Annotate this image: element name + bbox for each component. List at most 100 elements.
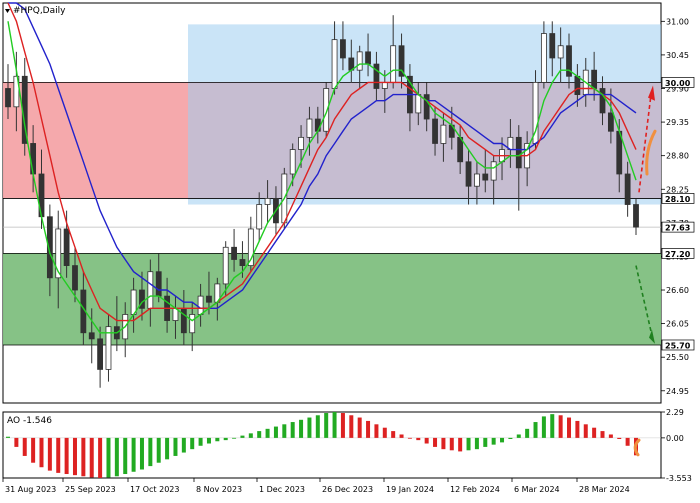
ao-bar [374,424,379,438]
candle-up [381,81,388,89]
candle-up [264,198,271,205]
ao-bar [357,417,362,438]
candle-up [331,39,338,89]
date-tick-label: 6 Mar 2024 [514,485,560,494]
candle-down [239,259,246,266]
candle-down [574,75,581,96]
ao-bar [474,437,479,450]
ao-bar [56,437,61,473]
candle-up [298,136,304,150]
ao-bar [583,424,588,438]
ao-bar [223,437,228,441]
ao-bar [215,437,220,442]
candle-down [365,51,371,65]
candle-up [490,161,497,181]
candle-up [415,94,422,114]
price-tick-label: 29.35 [666,118,689,127]
candle-down [63,228,70,266]
candle-up [540,33,547,83]
ao-bar [449,437,454,451]
ao-bar [441,437,446,450]
candle-down [432,118,438,144]
candle-down [340,39,346,59]
candle-up [222,246,229,285]
ao-bar [39,437,44,468]
price-tick-label: 26.60 [666,286,689,295]
candle-down [373,63,380,89]
ao-bar [206,437,211,444]
ao-bar [324,413,329,438]
candle-down [423,94,430,120]
ao-bar [47,437,52,471]
ao-tick-label: 2.29 [666,408,684,417]
ao-bar [617,437,622,439]
ao-bar [458,437,463,452]
price-tick-label: 30.45 [666,51,689,60]
price-tick-label: 24.95 [666,387,689,396]
ao-bar [407,437,412,439]
ao-bar [433,437,438,447]
candle-down [88,332,95,340]
ao-bar [608,434,613,438]
ao-bar [382,427,387,438]
ao-bar [600,431,605,438]
ao-bar [592,427,597,438]
level-price-label: 28.10 [665,195,691,204]
current-price-label: 27.63 [665,224,690,233]
ao-bar [508,437,513,439]
date-tick-label: 19 Jan 2024 [386,485,434,494]
candle-down [72,265,78,291]
candle-up [474,173,480,187]
ao-bar [541,416,546,438]
date-tick-label: 28 Mar 2024 [579,485,630,494]
price-chart-window[interactable]: 31.0030.4529.9029.3528.8028.2527.7027.15… [0,0,700,500]
candle-up [197,295,204,315]
ao-bar [81,437,86,477]
ao-bar [282,424,287,438]
candle-down [180,307,187,334]
date-tick-label: 26 Dec 2023 [322,485,373,494]
ao-bar [257,431,262,438]
ao-bar [14,437,19,447]
candle-down [206,295,212,303]
ao-bar [273,426,278,438]
ao-bar [232,437,237,439]
price-tick-label: 26.05 [666,320,689,329]
chart-canvas: 31.0030.4529.9029.3528.8028.2527.7027.15… [2,2,695,494]
candle-down [97,338,104,370]
buy-zone-band [3,253,661,345]
candle-up [440,124,447,144]
ao-bar [466,437,471,451]
ao-bar [131,437,136,472]
ao-bar [575,420,580,438]
date-tick-label: 25 Sep 2023 [65,485,116,494]
ao-tick-label: 0.00 [666,434,684,443]
candle-down [607,112,614,132]
ao-bar [416,437,421,441]
date-tick-label: 8 Nov 2023 [196,485,242,494]
level-price-label: 25.70 [665,341,691,350]
ao-bar [366,420,371,438]
date-tick-label: 12 Feb 2024 [450,485,500,494]
ao-bar [491,437,496,445]
ao-bar [424,437,429,444]
price-tick-label: 31.00 [666,17,689,26]
level-price-label: 27.20 [665,250,691,259]
candle-down [633,204,639,228]
candle-down [599,88,606,114]
candle-down [30,143,37,175]
candle-down [591,69,598,89]
date-tick-label: 1 Dec 2023 [259,485,305,494]
ao-bar [64,437,69,475]
ao-bar [198,437,203,446]
ao-bar [72,437,77,476]
ao-bar [516,434,521,438]
ao-bar [98,437,103,478]
candle-down [624,173,631,205]
candle-down [549,33,556,59]
candle-up [306,118,313,138]
ao-bar [123,437,128,475]
ao-bar [173,437,178,456]
price-tick-label: 28.25 [666,185,689,194]
ao-bar [139,437,144,470]
